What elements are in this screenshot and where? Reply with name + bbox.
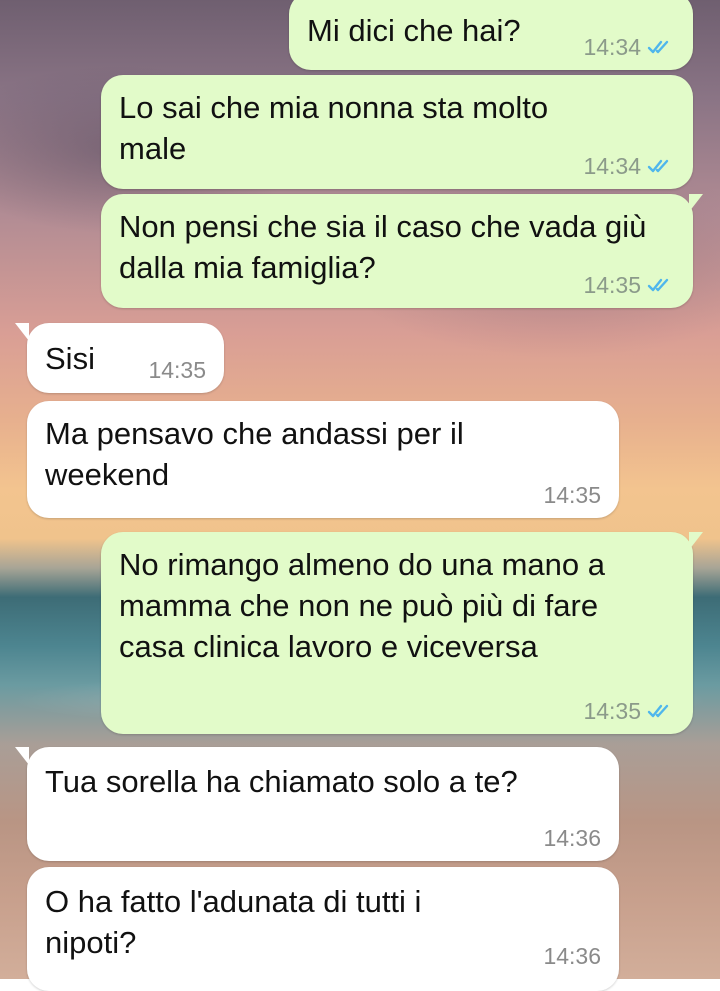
message-meta: 14:35 — [148, 357, 206, 383]
read-double-check-icon — [647, 157, 675, 175]
message-meta: 14:34 — [583, 153, 675, 179]
message-text: Ma pensavo che andassi per il weekend — [45, 416, 464, 492]
message-meta: 14:34 — [583, 34, 675, 60]
message-time: 14:36 — [543, 943, 601, 969]
message-meta: 14:35 — [543, 482, 601, 508]
bubble-tail — [689, 532, 703, 550]
message-text: Tua sorella ha chiamato solo a te? — [45, 764, 518, 799]
incoming-message[interactable]: Tua sorella ha chiamato solo a te? 14:36 — [15, 747, 619, 861]
message-time: 14:35 — [583, 698, 641, 724]
message-meta: 14:35 — [583, 698, 675, 724]
message-meta: 14:36 — [543, 825, 601, 851]
message-time: 14:35 — [543, 482, 601, 508]
message-text: No rimango almeno do una mano a mamma ch… — [119, 547, 605, 664]
message-time: 14:36 — [543, 825, 601, 851]
bubble-tail — [15, 747, 29, 765]
message-time: 14:35 — [583, 272, 641, 298]
incoming-message[interactable]: Ma pensavo che andassi per il weekend 14… — [27, 401, 619, 518]
outgoing-message[interactable]: Non pensi che sia il caso che vada giù d… — [101, 194, 703, 308]
read-double-check-icon — [647, 702, 675, 720]
message-time: 14:34 — [583, 34, 641, 60]
read-double-check-icon — [647, 276, 675, 294]
outgoing-message[interactable]: Lo sai che mia nonna sta molto male 14:3… — [101, 75, 693, 189]
bubble-tail — [689, 194, 703, 212]
chat-message-list[interactable]: Mi dici che hai? 14:34 Lo sai che mia no… — [0, 0, 720, 991]
bubble-tail — [15, 323, 29, 341]
message-meta: 14:35 — [583, 272, 675, 298]
outgoing-message[interactable]: Mi dici che hai? 14:34 — [289, 0, 693, 70]
message-text: Lo sai che mia nonna sta molto male — [119, 90, 549, 166]
message-meta: 14:36 — [543, 943, 601, 969]
outgoing-message[interactable]: No rimango almeno do una mano a mamma ch… — [101, 532, 703, 734]
incoming-message[interactable]: O ha fatto l'adunata di tutti i nipoti? … — [27, 867, 619, 991]
read-double-check-icon — [647, 38, 675, 56]
message-text: O ha fatto l'adunata di tutti i nipoti? — [45, 884, 422, 960]
incoming-message[interactable]: Sisi 14:35 — [15, 323, 224, 393]
message-time: 14:34 — [583, 153, 641, 179]
message-time: 14:35 — [148, 357, 206, 383]
